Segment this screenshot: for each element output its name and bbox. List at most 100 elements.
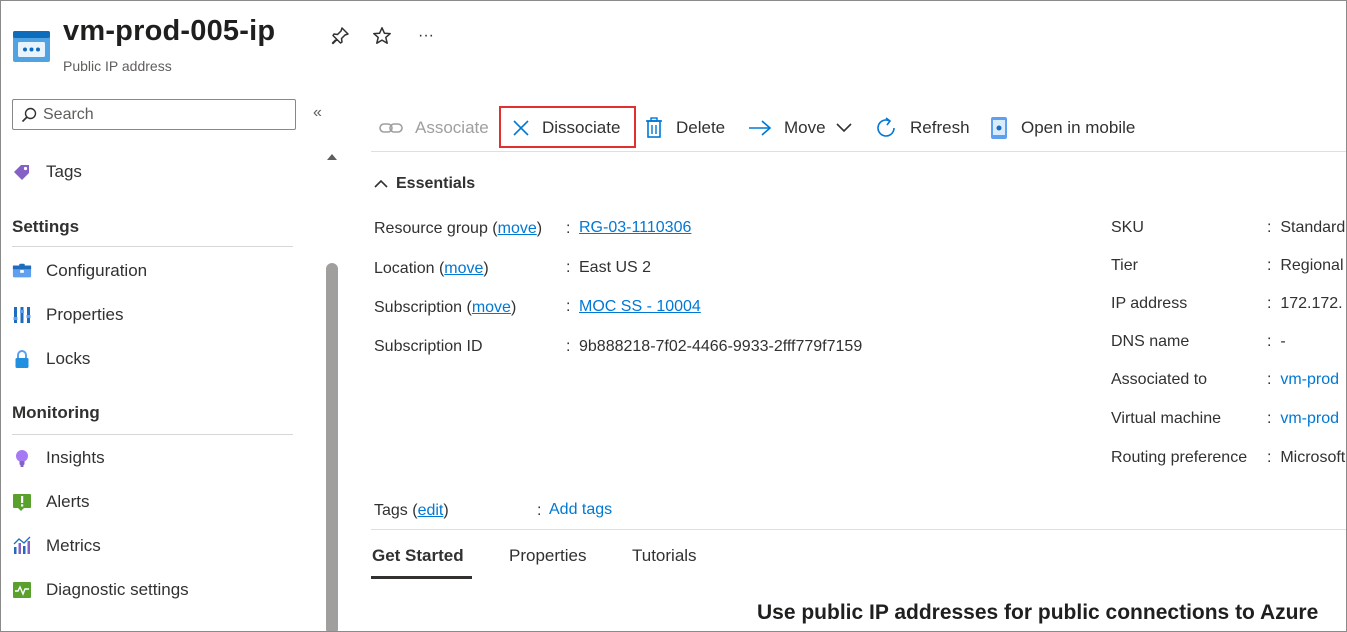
virtual-machine-label: Virtual machine — [1111, 410, 1221, 427]
routing-preference-value-row: : Microsoft — [1267, 449, 1346, 466]
location-value: East US 2 — [579, 259, 652, 276]
tags-edit-link[interactable]: edit — [418, 502, 444, 519]
sidebar-item-label: Alerts — [46, 492, 90, 511]
search-input[interactable] — [43, 105, 283, 124]
subscription-link[interactable]: MOC SS - 10004 — [579, 298, 701, 315]
sidebar-item-label: Configuration — [46, 261, 148, 280]
dns-name-label: DNS name — [1111, 333, 1190, 350]
sidebar-item-label: Tags — [46, 162, 82, 181]
sidebar-item-configuration[interactable]: Configuration — [12, 257, 147, 285]
arrow-right-icon — [748, 119, 772, 137]
subscription-value[interactable]: MOC SS - 10004 — [579, 298, 701, 316]
subscription-id-value: 9b888218-7f02-4466-9933-2fff779f7159 — [579, 338, 863, 355]
ip-address-value-row: : 172.172. — [1267, 295, 1343, 312]
tier-value-row: : Regional — [1267, 257, 1344, 274]
resource-group-separator: : — [566, 220, 571, 237]
sidebar-item-diagnostic-settings[interactable]: Diagnostic settings — [12, 576, 189, 604]
resource-group-label-text: Resource group — [374, 220, 488, 237]
location-label-text: Location — [374, 260, 435, 277]
collapse-sidebar-button[interactable]: « — [313, 104, 322, 122]
subscription-id-separator: : — [566, 338, 571, 355]
pin-icon[interactable] — [327, 23, 353, 49]
metrics-icon — [12, 536, 32, 556]
tabs-divider — [371, 529, 1346, 530]
portal-frame: vm-prod-005-ip Public IP address ··· « T… — [0, 0, 1347, 632]
subscription-label-text: Subscription — [374, 299, 463, 316]
sku-value-row: : Standard — [1267, 219, 1346, 236]
sidebar-item-insights[interactable]: Insights — [12, 444, 105, 472]
scroll-up-arrow[interactable] — [325, 151, 339, 163]
move-button[interactable]: Move — [748, 109, 852, 147]
resource-group-move-link[interactable]: move — [498, 220, 537, 237]
get-started-heading: Use public IP addresses for public conne… — [757, 601, 1319, 624]
move-label: Move — [784, 118, 826, 137]
resource-group-link[interactable]: RG-03-1110306 — [579, 219, 691, 236]
sku-label: SKU — [1111, 219, 1144, 236]
sidebar-item-label: Metrics — [46, 536, 101, 555]
essentials-heading: Essentials — [396, 175, 476, 192]
section-divider — [12, 246, 293, 247]
tab-tutorials[interactable]: Tutorials — [632, 546, 697, 566]
add-tags-link[interactable]: Add tags — [549, 501, 612, 519]
subscription-separator: : — [566, 298, 571, 315]
virtual-machine-value-row: : vm-prod — [1267, 410, 1340, 427]
subscription-id-label: Subscription ID — [374, 338, 483, 355]
dissociate-button[interactable]: Dissociate — [512, 109, 620, 147]
tab-get-started[interactable]: Get Started — [372, 546, 464, 566]
sidebar-item-label: Insights — [46, 448, 105, 467]
favorite-star-icon[interactable] — [369, 23, 395, 49]
sidebar-item-metrics[interactable]: Metrics — [12, 532, 101, 560]
sku-value: Standard — [1280, 219, 1346, 236]
sidebar-item-properties[interactable]: Properties — [12, 301, 123, 329]
command-bar-divider — [371, 151, 1346, 152]
close-icon — [512, 119, 530, 137]
lightbulb-icon — [12, 448, 32, 468]
associated-to-link[interactable]: vm-prod — [1280, 371, 1339, 388]
chevron-up-icon — [374, 175, 388, 193]
refresh-button[interactable]: Refresh — [874, 109, 970, 147]
properties-icon — [12, 305, 32, 325]
page-subtitle: Public IP address — [63, 58, 172, 74]
sidebar-item-alerts[interactable]: Alerts — [12, 488, 89, 516]
open-in-mobile-button[interactable]: Open in mobile — [989, 109, 1135, 147]
tag-icon — [12, 162, 32, 182]
sidebar-scrollbar-thumb[interactable] — [326, 263, 338, 631]
dns-name-value-row: : - — [1267, 333, 1286, 350]
dissociate-label: Dissociate — [542, 118, 621, 137]
page-title: vm-prod-005-ip — [63, 15, 276, 47]
sidebar-item-label: Properties — [46, 305, 124, 324]
sidebar-item-label: Diagnostic settings — [46, 580, 189, 599]
associated-to-label: Associated to — [1111, 371, 1208, 388]
sidebar-item-label: Locks — [46, 349, 91, 368]
virtual-machine-link[interactable]: vm-prod — [1280, 410, 1339, 427]
refresh-icon — [874, 116, 898, 140]
sidebar-item-locks[interactable]: Locks — [12, 345, 90, 373]
resource-group-value[interactable]: RG-03-1110306 — [579, 219, 691, 237]
tab-properties[interactable]: Properties — [509, 546, 586, 566]
delete-label: Delete — [676, 118, 726, 137]
dns-name-value: - — [1280, 333, 1286, 350]
ip-address-value: 172.172. — [1280, 295, 1343, 312]
tier-label: Tier — [1111, 257, 1138, 274]
ip-address-label: IP address — [1111, 295, 1188, 312]
location-move-link[interactable]: move — [444, 260, 483, 277]
location-label: Location (move) — [374, 260, 489, 277]
essentials-toggle[interactable]: Essentials — [374, 175, 475, 193]
associated-to-value-row: : vm-prod — [1267, 371, 1340, 388]
sidebar-search[interactable] — [12, 99, 296, 130]
active-tab-indicator — [371, 576, 472, 579]
routing-preference-value: Microsoft — [1280, 449, 1346, 466]
associate-label: Associate — [415, 118, 489, 137]
delete-button[interactable]: Delete — [644, 109, 725, 147]
alert-icon — [12, 492, 32, 512]
sidebar-item-tags[interactable]: Tags — [12, 158, 82, 186]
configuration-icon — [12, 261, 32, 281]
location-separator: : — [566, 259, 571, 276]
subscription-move-link[interactable]: move — [472, 299, 511, 316]
subscription-label: Subscription (move) — [374, 299, 517, 316]
associate-button[interactable]: Associate — [379, 109, 489, 147]
more-options-button[interactable]: ··· — [413, 23, 439, 49]
link-icon — [379, 120, 403, 136]
section-divider — [12, 434, 293, 435]
add-tags-text[interactable]: Add tags — [549, 501, 612, 518]
